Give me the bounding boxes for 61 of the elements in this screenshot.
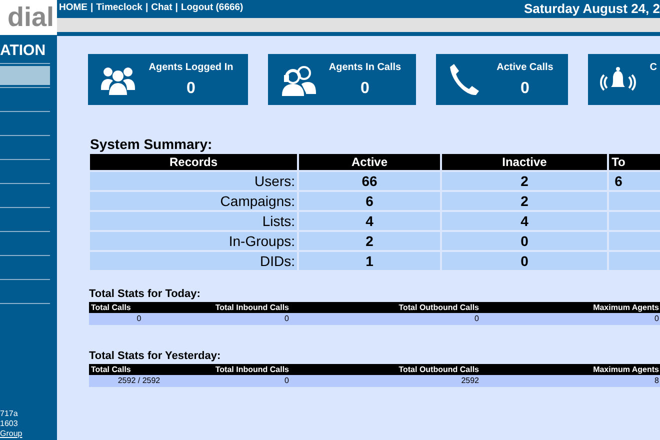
table-cell: 66 xyxy=(299,172,440,190)
logo-text: dial xyxy=(7,4,54,31)
table-cell: In-Groups: xyxy=(90,232,297,250)
table-cell: 2 xyxy=(442,172,607,190)
card-value: 0 xyxy=(520,80,530,98)
nav-link[interactable]: HOME xyxy=(59,1,88,16)
selected-menu-item[interactable] xyxy=(0,66,50,85)
column-header: Total Outbound Calls xyxy=(398,364,479,375)
nav-link[interactable]: Timeclock xyxy=(96,1,142,16)
table-cell: Users: xyxy=(90,172,297,190)
table-cell: 2 xyxy=(442,192,607,210)
column-header: Records xyxy=(90,154,297,170)
table-cell: Lists: xyxy=(90,212,297,230)
date-text: Saturday August 24, 2 xyxy=(522,0,660,17)
table-cell: 0 xyxy=(284,314,289,323)
column-header: Inactive xyxy=(442,154,607,170)
column-header: Active xyxy=(299,154,440,170)
footer-link[interactable]: Group xyxy=(0,429,22,439)
table-cell: Campaigns: xyxy=(90,192,297,210)
card-label: Agents In Calls xyxy=(328,62,402,74)
column-header: Total Calls xyxy=(90,302,132,313)
table-cell: 2592 xyxy=(461,376,479,385)
column-header: Maximum Agents xyxy=(592,302,659,313)
table-cell: 0 xyxy=(474,314,479,323)
table-cell: 0 xyxy=(284,376,289,385)
table-cell: 4 xyxy=(442,212,607,230)
card-value: 0 xyxy=(186,80,196,98)
column-header: Total Inbound Calls xyxy=(214,302,289,313)
column-header: Total Calls xyxy=(90,364,132,375)
version-text: 1603 xyxy=(0,419,18,429)
headset-people-icon xyxy=(280,64,316,96)
column-header: Total Outbound Calls xyxy=(398,302,479,313)
table-cell: 0 xyxy=(136,314,142,323)
table-cell: 0 xyxy=(442,252,607,270)
separator-text: | xyxy=(90,1,94,16)
table-cell: 1 xyxy=(299,252,440,270)
card-value: 0 xyxy=(360,80,370,98)
card-label: Agents Logged In xyxy=(148,62,234,74)
table-cell: DIDs: xyxy=(90,252,297,270)
card-label: C xyxy=(650,62,657,74)
table-cell: 2592 / 2592 xyxy=(118,376,160,385)
column-header: To xyxy=(609,154,660,170)
version-text: 717a xyxy=(0,409,18,419)
column-header: Maximum Agents xyxy=(592,364,659,375)
table-cell: 6 xyxy=(299,192,440,210)
table-cell: 0 xyxy=(654,314,659,323)
separator-text: | xyxy=(175,1,178,16)
section-title: Total Stats for Yesterday: xyxy=(89,350,222,363)
table-cell: 8 xyxy=(654,376,659,385)
nav-link[interactable]: Chat xyxy=(151,1,172,16)
table-cell: 6 xyxy=(609,172,660,190)
section-title: Total Stats for Today: xyxy=(89,288,202,301)
section-title: System Summary: xyxy=(90,136,214,152)
separator-text: | xyxy=(145,1,148,16)
table-cell: 0 xyxy=(442,232,607,250)
sidebar-title: ATION xyxy=(0,42,46,60)
column-header: Total Inbound Calls xyxy=(214,364,289,375)
table-cell: 2 xyxy=(299,232,440,250)
card-label: Active Calls xyxy=(496,62,554,74)
nav-link[interactable]: Logout (6666) xyxy=(180,1,244,16)
table-cell: 4 xyxy=(299,212,440,230)
